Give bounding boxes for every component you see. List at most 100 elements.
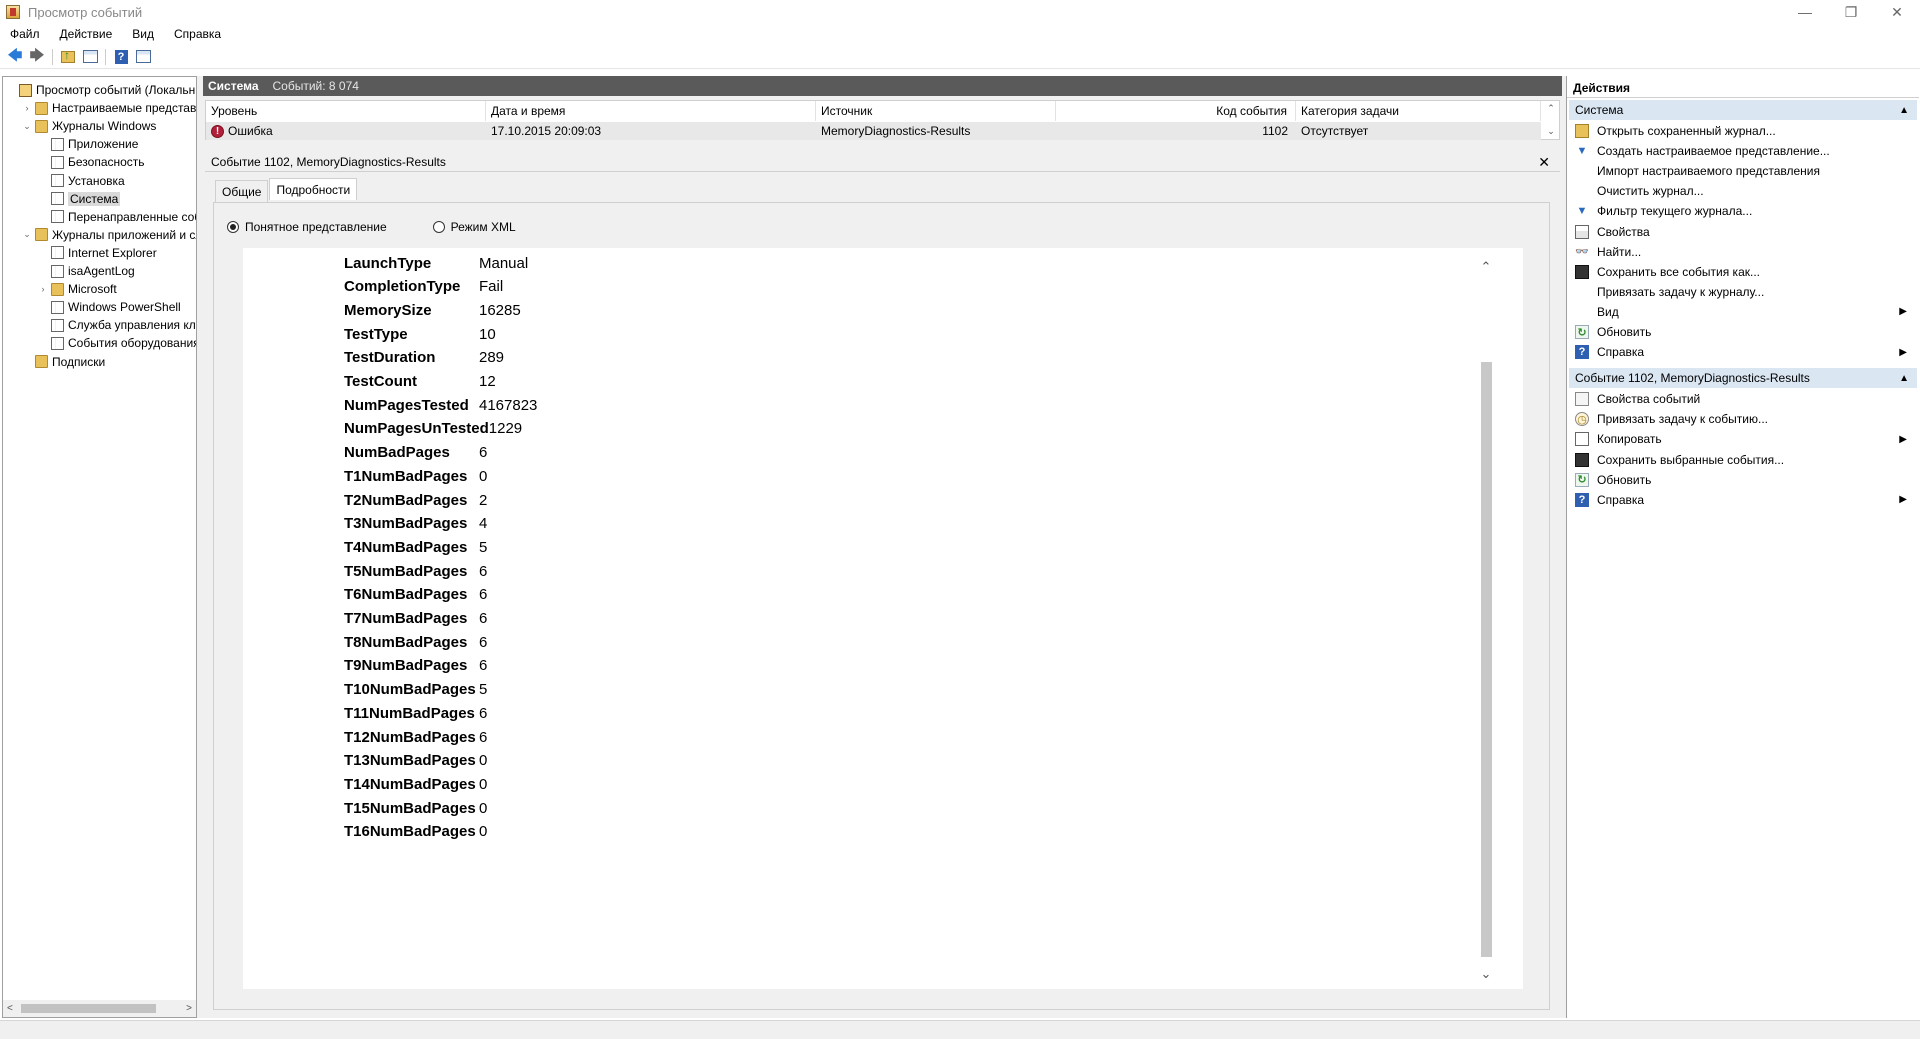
details-vertical-scrollbar[interactable]: ⌃ ⌄ [1477, 248, 1495, 989]
scroll-up-icon[interactable]: ⌃ [1547, 103, 1555, 114]
tree-item[interactable]: Установка [37, 172, 125, 190]
help-icon: ? [1575, 345, 1589, 360]
friendly-view-label[interactable]: Понятное представление [245, 220, 387, 234]
column-event-id[interactable]: Код события [1056, 101, 1296, 121]
restore-button[interactable]: ❐ [1828, 0, 1874, 24]
action-label: Найти... [1597, 244, 1642, 259]
scroll-down-icon[interactable]: ⌄ [1547, 126, 1555, 137]
find-icon: 👓 [1575, 246, 1589, 259]
action-item[interactable]: ▼ Фильтр текущего журнала... [1569, 201, 1917, 221]
tree-item[interactable]: › Настраиваемые представле [21, 99, 197, 117]
action-item[interactable]: 👓 Найти... [1569, 242, 1917, 262]
scroll-thumb[interactable] [21, 1004, 156, 1013]
action-item[interactable]: Открыть сохраненный журнал... [1569, 121, 1917, 141]
tree-item[interactable]: Подписки [21, 353, 105, 371]
tree-item[interactable]: › Microsoft [37, 280, 117, 298]
expand-toggle-icon[interactable]: › [21, 103, 33, 113]
tree-item[interactable]: Windows PowerShell [37, 298, 181, 316]
tree-item[interactable]: Приложение [37, 135, 138, 153]
minimize-button[interactable]: — [1782, 0, 1828, 24]
tab-general[interactable]: Общие [215, 180, 269, 202]
tree-item-label: Безопасность [68, 155, 145, 170]
action-label: Создать настраиваемое представление... [1597, 144, 1830, 159]
action-item[interactable]: Сохранить выбранные события... [1569, 450, 1917, 470]
action-item[interactable]: ◷ Привязать задачу к событию... [1569, 409, 1917, 429]
tab-details[interactable]: Подробности [269, 178, 358, 200]
actions-section-header[interactable]: Событие 1102, MemoryDiagnostics-Results ▲ [1569, 368, 1917, 389]
expand-toggle-icon[interactable]: ⌄ [21, 229, 33, 240]
friendly-view-radio[interactable] [227, 221, 239, 233]
row-event-id[interactable]: 1102 [1056, 122, 1296, 140]
row-source[interactable]: MemoryDiagnostics-Results [816, 122, 1056, 140]
log-icon [51, 246, 64, 260]
back-button[interactable]: 🡄 [4, 47, 26, 67]
tree-horizontal-scrollbar[interactable]: < > [3, 1000, 196, 1017]
table-scrollbar[interactable]: ⌃ ⌄ [1543, 101, 1559, 139]
help-button[interactable]: ? [110, 47, 132, 67]
collapse-icon[interactable]: ▲ [1899, 105, 1909, 116]
actions-section-header[interactable]: Система ▲ [1569, 100, 1917, 120]
table-row[interactable]: ! Ошибка [206, 122, 486, 140]
row-category[interactable]: Отсутствует [1296, 122, 1541, 140]
action-item[interactable]: Сохранить все события как... [1569, 262, 1917, 282]
show-actions-button[interactable] [132, 47, 154, 67]
action-item[interactable]: ↻ Обновить [1569, 470, 1917, 490]
menu-file[interactable]: Файл [0, 27, 50, 41]
log-title: Система [208, 79, 259, 93]
tree-item[interactable]: Просмотр событий (Локальны [5, 81, 196, 99]
column-source[interactable]: Источник [816, 101, 1056, 121]
folder-icon [35, 355, 48, 368]
tree-item[interactable]: ⌄ Журналы приложений и сл [21, 226, 196, 244]
close-detail-icon[interactable]: ✕ [1538, 154, 1550, 171]
tree-item[interactable]: Служба управления клю [37, 316, 196, 334]
collapse-icon[interactable]: ▲ [1899, 373, 1909, 384]
tree-item[interactable]: Система [37, 190, 121, 208]
menu-view[interactable]: Вид [122, 27, 164, 41]
action-item[interactable]: Свойства [1569, 222, 1917, 242]
show-tree-button[interactable] [79, 47, 101, 67]
tree-item[interactable]: События оборудования [37, 334, 196, 352]
scroll-left-icon[interactable]: < [7, 1003, 13, 1014]
action-item[interactable]: ▼ Создать настраиваемое представление... [1569, 141, 1917, 161]
expand-toggle-icon[interactable]: ⌄ [21, 121, 33, 132]
field-value: 0 [479, 775, 488, 793]
forward-button[interactable]: 🡆 [26, 47, 48, 67]
row-datetime[interactable]: 17.10.2015 20:09:03 [486, 122, 816, 140]
scroll-right-icon[interactable]: > [186, 1003, 192, 1014]
column-level[interactable]: Уровень [206, 101, 486, 121]
scroll-thumb[interactable] [1481, 362, 1492, 957]
action-spacer [1575, 184, 1589, 198]
action-item[interactable]: Привязать задачу к журналу... [1569, 282, 1917, 302]
field-value: Manual [479, 254, 529, 272]
field-name: T1NumBadPages [344, 467, 468, 485]
tree-item[interactable]: Internet Explorer [37, 244, 157, 262]
column-task-category[interactable]: Категория задачи [1296, 101, 1541, 121]
menu-help[interactable]: Справка [164, 27, 231, 41]
xml-view-label[interactable]: Режим XML [451, 220, 516, 234]
title-bar: Просмотр событий — ❐ ✕ [0, 0, 1920, 24]
tree-item-label: Система [68, 191, 121, 206]
action-item[interactable]: Копировать ▶ [1569, 429, 1917, 449]
tree-item[interactable]: isaAgentLog [37, 262, 135, 280]
error-icon: ! [211, 124, 224, 138]
tree-item[interactable]: ⌄ Журналы Windows [21, 117, 156, 135]
menu-action[interactable]: Действие [50, 27, 123, 41]
up-button[interactable] [57, 47, 79, 67]
tree-item[interactable]: Перенаправленные соб [37, 208, 196, 226]
scroll-down-icon[interactable]: ⌄ [1477, 965, 1495, 983]
scroll-up-icon[interactable]: ⌃ [1477, 258, 1495, 276]
action-item[interactable]: Импорт настраиваемого представления [1569, 161, 1917, 181]
action-item[interactable]: ? Справка ▶ [1569, 342, 1917, 362]
event-viewer-window: Просмотр событий — ❐ ✕ Файл Действие Вид… [0, 0, 1920, 1039]
action-item[interactable]: Вид ▶ [1569, 302, 1917, 322]
action-item[interactable]: Очистить журнал... [1569, 181, 1917, 201]
expand-toggle-icon[interactable]: › [37, 284, 49, 294]
column-datetime[interactable]: Дата и время [486, 101, 816, 121]
tree-item[interactable]: Безопасность [37, 153, 145, 171]
xml-view-radio[interactable] [432, 221, 445, 233]
attach-task-icon: ◷ [1575, 412, 1589, 427]
action-item[interactable]: ? Справка ▶ [1569, 490, 1917, 510]
action-item[interactable]: Свойства событий [1569, 389, 1917, 409]
action-item[interactable]: ↻ Обновить [1569, 322, 1917, 342]
close-button[interactable]: ✕ [1874, 0, 1920, 24]
